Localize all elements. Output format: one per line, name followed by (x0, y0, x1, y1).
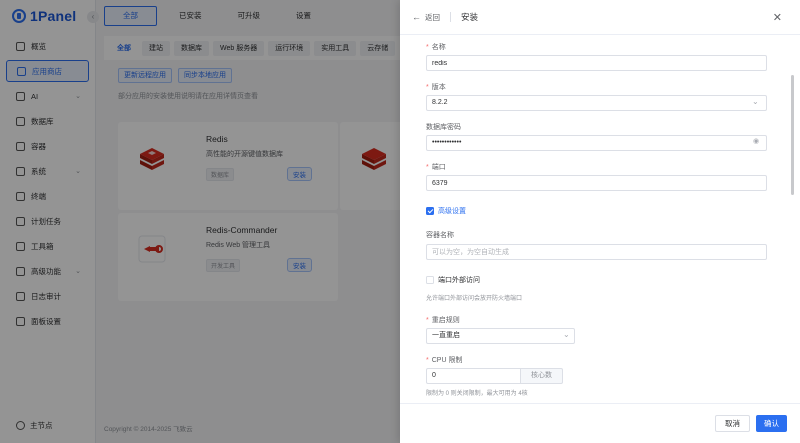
cpu-limit-label: * CPU 限制 (426, 357, 463, 364)
divider (450, 12, 451, 22)
install-drawer: ← 返回 安装 ✕ *名称 *版本 8.2.2 ⌄ 数据库密码 ••••••••… (400, 0, 800, 443)
drawer-header: ← 返回 安装 ✕ (400, 0, 800, 35)
required-mark: * (426, 84, 429, 91)
back-button[interactable]: ← 返回 (412, 12, 440, 23)
advanced-settings-checkbox[interactable]: 高级设置 (426, 206, 466, 216)
password-input[interactable]: •••••••••••• (426, 135, 767, 151)
container-name-label: 容器名称 (426, 232, 454, 239)
restart-policy-label: * 重启规则 (426, 317, 460, 324)
container-name-input[interactable] (426, 244, 767, 260)
cpu-unit-label: 核心数 (520, 368, 563, 384)
drawer-title: 安装 (461, 12, 479, 22)
restart-policy-select[interactable]: 一直重启 (426, 328, 575, 344)
external-access-checkbox[interactable]: 端口外部访问 (426, 275, 480, 285)
required-mark: * (426, 357, 429, 364)
chevron-down-icon: ⌄ (563, 330, 570, 339)
cpu-limit-hint: 限制为 0 则关闭限制，最大可用为 4核 (426, 391, 528, 397)
arrow-left-icon: ← (412, 12, 421, 22)
confirm-button[interactable]: 确认 (756, 415, 787, 432)
eye-icon[interactable]: ◉ (753, 137, 759, 145)
checkbox-checked-icon (426, 207, 434, 215)
version-select[interactable]: 8.2.2 (426, 95, 767, 111)
required-mark: * (426, 317, 429, 324)
name-label: * 名称 (426, 44, 446, 51)
scrollbar[interactable] (791, 75, 794, 195)
port-label: * 端口 (426, 164, 446, 171)
cancel-button[interactable]: 取消 (715, 415, 750, 432)
checkbox-unchecked-icon (426, 276, 434, 284)
password-label: 数据库密码 (426, 124, 461, 131)
required-mark: * (426, 44, 429, 51)
name-input[interactable] (426, 55, 767, 71)
version-label: * 版本 (426, 84, 446, 91)
drawer-footer: 取消 确认 (400, 403, 800, 443)
chevron-down-icon: ⌄ (752, 97, 759, 106)
port-input[interactable] (426, 175, 767, 191)
drawer-body[interactable]: *名称 *版本 8.2.2 ⌄ 数据库密码 •••••••••••• ◉ *端口… (400, 35, 796, 403)
external-access-hint: 允许端口外部访问会放开防火墙端口 (426, 296, 523, 302)
cpu-limit-input[interactable]: 0 (426, 368, 521, 384)
required-mark: * (426, 164, 429, 171)
close-icon[interactable]: ✕ (773, 11, 782, 24)
